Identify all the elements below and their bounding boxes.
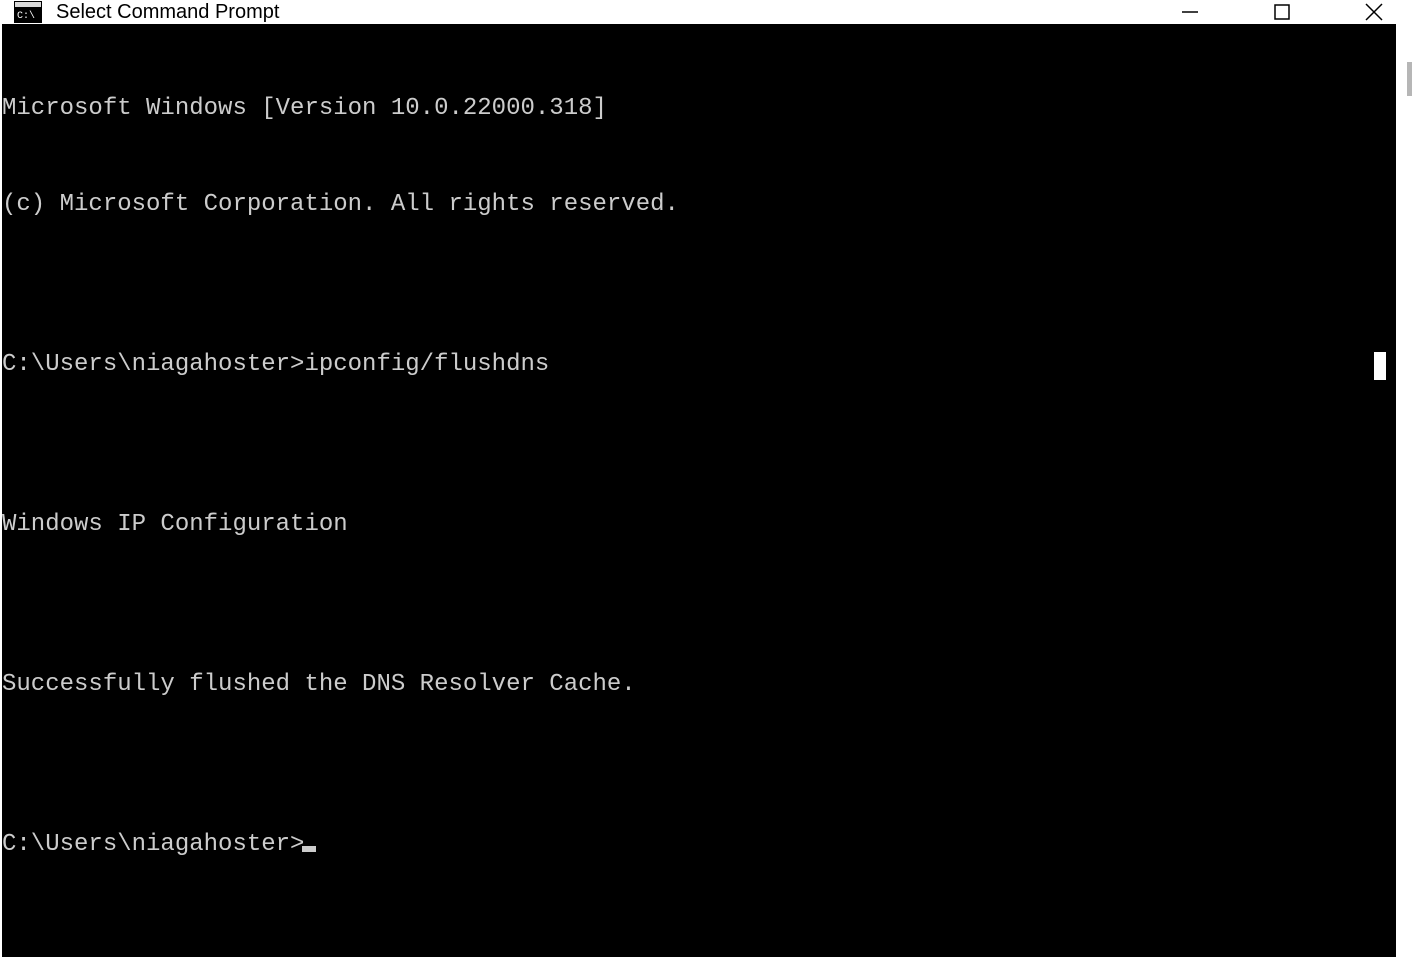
window-title: Select Command Prompt <box>56 1 1144 24</box>
terminal-scrollbar-thumb[interactable] <box>1374 352 1386 380</box>
window-scrollbar[interactable] <box>1396 24 1420 957</box>
close-icon <box>1364 2 1384 22</box>
terminal-area: Microsoft Windows [Version 10.0.22000.31… <box>0 24 1420 957</box>
terminal-line: (c) Microsoft Corporation. All rights re… <box>2 189 1396 221</box>
minimize-icon <box>1181 3 1199 21</box>
terminal[interactable]: Microsoft Windows [Version 10.0.22000.31… <box>2 24 1396 957</box>
close-button[interactable] <box>1328 0 1420 24</box>
terminal-line: C:\Users\niagahoster>ipconfig/flushdns <box>2 349 1396 381</box>
terminal-prompt-line: C:\Users\niagahoster> <box>2 829 1396 861</box>
terminal-line: Successfully flushed the DNS Resolver Ca… <box>2 669 1396 701</box>
cursor-icon <box>302 846 316 852</box>
terminal-line: Windows IP Configuration <box>2 509 1396 541</box>
terminal-prompt: C:\Users\niagahoster> <box>2 831 304 858</box>
terminal-line: Microsoft Windows [Version 10.0.22000.31… <box>2 93 1396 125</box>
svg-text:C:\: C:\ <box>17 10 35 22</box>
title-bar[interactable]: C:\ Select Command Prompt <box>0 0 1420 24</box>
maximize-icon <box>1273 3 1291 21</box>
command-prompt-icon: C:\ <box>14 0 42 24</box>
window-controls <box>1144 0 1420 24</box>
maximize-button[interactable] <box>1236 0 1328 24</box>
minimize-button[interactable] <box>1144 0 1236 24</box>
command-prompt-window: C:\ Select Command Prompt <box>0 0 1420 632</box>
